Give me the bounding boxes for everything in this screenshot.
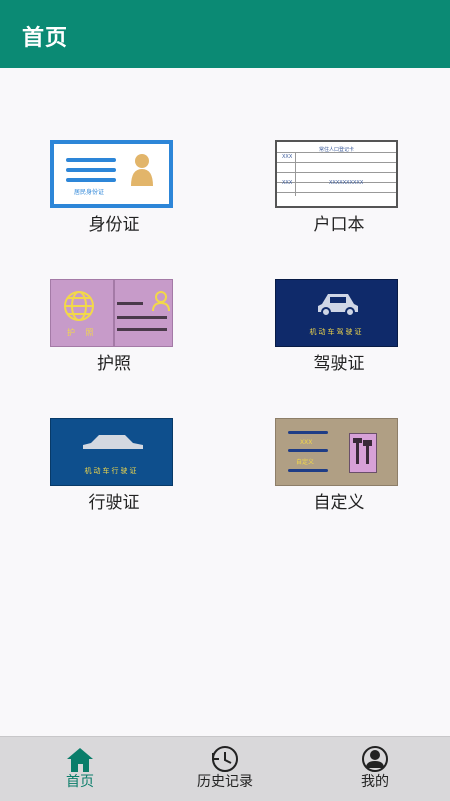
car-side-icon xyxy=(83,435,143,449)
card-custom[interactable]: XXX 自定义 自定义 xyxy=(264,418,404,528)
card-passport[interactable]: 护 照 护照 xyxy=(39,279,179,389)
tab-history-label: 历史记录 xyxy=(197,774,253,790)
custom-card-image: XXX 自定义 xyxy=(275,418,398,486)
car-icon xyxy=(318,294,358,316)
id-card-caption: 居民身份证 xyxy=(74,189,105,196)
card-label: 驾驶证 xyxy=(313,354,365,374)
card-label: 护照 xyxy=(97,354,131,374)
driver-license-caption: 机动车驾驶证 xyxy=(309,328,364,336)
tools-icon xyxy=(349,433,377,473)
card-label: 户口本 xyxy=(313,215,365,235)
hukou-text-3: XXXXXXXXXX xyxy=(329,180,364,186)
page-title: 首页 xyxy=(22,26,69,51)
card-label: 身份证 xyxy=(88,215,140,235)
hukou-card-image: 常住人口登记卡 XXX XXX XXXXXXXXXX xyxy=(275,140,398,208)
tab-home-label: 首页 xyxy=(66,774,94,790)
hukou-text-2: XXX xyxy=(282,180,293,186)
user-icon xyxy=(362,746,388,772)
hukou-text-1: XXX xyxy=(282,154,293,160)
vehicle-license-image: 机动车行驶证 xyxy=(50,418,173,486)
card-driver-license[interactable]: 机动车驾驶证 驾驶证 xyxy=(264,279,404,389)
tab-mine[interactable]: 我的 xyxy=(300,737,450,801)
custom-text-2: 自定义 xyxy=(296,459,315,466)
card-label: 行驶证 xyxy=(88,493,140,513)
vehicle-license-caption: 机动车行驶证 xyxy=(84,467,139,475)
globe-icon xyxy=(64,291,94,321)
passport-card-image: 护 照 xyxy=(50,279,173,347)
card-label: 自定义 xyxy=(313,493,365,513)
person-outline-icon xyxy=(152,291,170,312)
card-id[interactable]: 居民身份证 身份证 xyxy=(39,140,179,250)
card-hukou[interactable]: 常住人口登记卡 XXX XXX XXXXXXXXXX 户口本 xyxy=(264,140,404,250)
person-icon xyxy=(131,154,153,186)
tab-mine-label: 我的 xyxy=(361,774,389,790)
bottom-navigation: 首页 历史记录 我的 xyxy=(0,736,450,801)
id-card-image: 居民身份证 xyxy=(50,140,173,208)
card-vehicle-license[interactable]: 机动车行驶证 行驶证 xyxy=(39,418,179,528)
custom-text-1: XXX xyxy=(300,439,313,446)
home-icon xyxy=(67,748,93,772)
tab-history[interactable]: 历史记录 xyxy=(150,737,300,801)
tab-home[interactable]: 首页 xyxy=(5,737,155,801)
history-icon xyxy=(212,746,238,772)
passport-caption: 护 照 xyxy=(67,328,98,337)
app-bar: 首页 xyxy=(0,0,450,68)
driver-license-image: 机动车驾驶证 xyxy=(275,279,398,347)
